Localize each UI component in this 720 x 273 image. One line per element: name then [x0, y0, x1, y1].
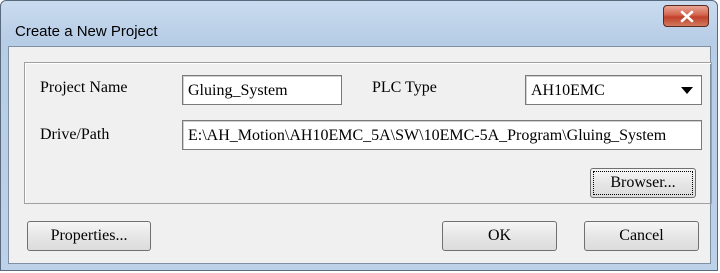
- browser-button[interactable]: Browser...: [590, 168, 696, 198]
- drive-path-input[interactable]: E:\AH_Motion\AH10EMC_5A\SW\10EMC-5A_Prog…: [182, 120, 702, 150]
- close-button[interactable]: [663, 5, 709, 27]
- close-icon: [680, 10, 694, 23]
- drive-path-label: Drive/Path: [40, 126, 110, 143]
- ok-button[interactable]: OK: [442, 221, 557, 251]
- chevron-down-icon[interactable]: [681, 87, 693, 94]
- plc-type-value: AH10EMC: [531, 82, 605, 99]
- project-name-label: Project Name: [40, 79, 128, 96]
- properties-button[interactable]: Properties...: [27, 221, 151, 251]
- window-title: Create a New Project: [15, 23, 158, 40]
- title-bar[interactable]: Create a New Project: [1, 1, 717, 45]
- plc-type-label: PLC Type: [372, 79, 437, 96]
- plc-type-select[interactable]: AH10EMC: [525, 75, 702, 105]
- cancel-button[interactable]: Cancel: [584, 221, 699, 251]
- project-name-input[interactable]: Gluing_System: [182, 75, 342, 105]
